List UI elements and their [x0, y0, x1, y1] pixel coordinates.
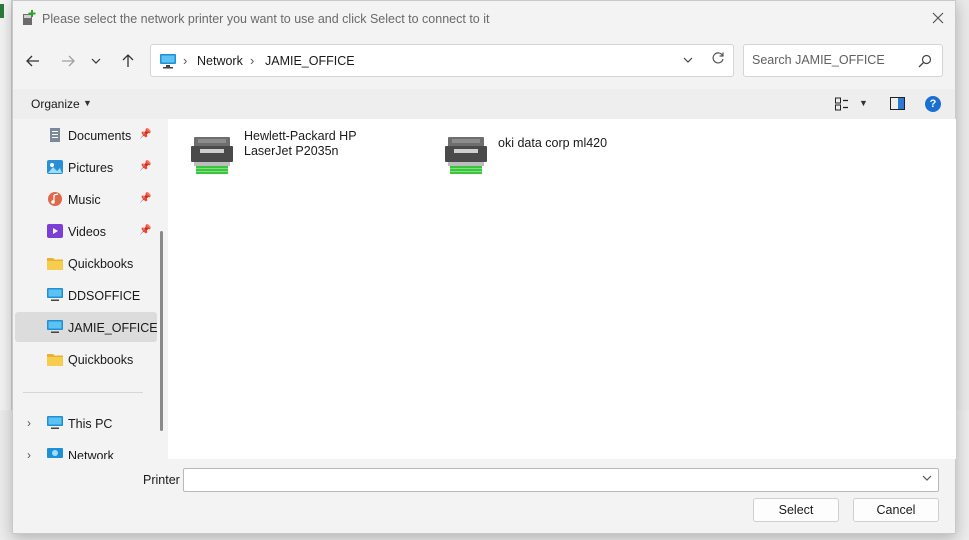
printer-item-hp-laserjet[interactable]: Hewlett-Packard HP LaserJet P2035n [168, 127, 408, 177]
search-icon[interactable] [918, 54, 932, 68]
recent-locations-button[interactable] [85, 47, 107, 75]
refresh-icon [712, 52, 724, 64]
arrow-up-icon [122, 54, 134, 67]
select-printer-dialog: Please select the network printer you wa… [12, 0, 956, 534]
printer-name: oki data corp ml420 [498, 136, 608, 150]
address-history-button[interactable] [683, 53, 693, 68]
printer-field-label: Printer [143, 473, 180, 487]
command-bar: Organize ▼ ▼ ? [13, 89, 955, 119]
sidebar-item-label: This PC [68, 417, 113, 431]
network-computer-icon [160, 54, 176, 69]
sidebar-item-jamie-office[interactable]: JAMIE_OFFICE [15, 312, 158, 342]
title-bar: Please select the network printer you wa… [13, 1, 955, 35]
pin-icon: 📌 [139, 193, 152, 204]
breadcrumb-separator: › [250, 53, 255, 68]
forward-button[interactable] [54, 47, 82, 75]
sidebar-item-network[interactable]: › Network [15, 440, 157, 459]
breadcrumb-network[interactable]: Network [197, 54, 243, 68]
pictures-icon [47, 160, 63, 174]
printer-combobox[interactable] [183, 468, 939, 492]
cancel-button[interactable]: Cancel [853, 498, 939, 522]
pin-icon: 📌 [139, 161, 152, 172]
arrow-right-icon [62, 55, 75, 67]
organize-button[interactable]: Organize [31, 97, 80, 111]
folder-icon [47, 258, 63, 270]
dialog-title: Please select the network printer you wa… [42, 12, 490, 26]
sidebar-item-label: JAMIE_OFFICE [68, 321, 158, 335]
videos-icon [47, 224, 63, 238]
sidebar-divider [23, 392, 143, 393]
up-button[interactable] [114, 47, 142, 75]
sidebar-item-pictures[interactable]: Pictures 📌 [15, 152, 157, 182]
sidebar-item-label: Music [68, 193, 101, 207]
computer-icon [47, 320, 63, 333]
arrow-left-icon [26, 55, 39, 67]
sidebar-item-quickbooks-2[interactable]: Quickbooks [15, 344, 157, 374]
sidebar-item-label: Quickbooks [68, 257, 134, 271]
chevron-down-icon [683, 57, 693, 63]
background-window-mark [0, 4, 4, 18]
sidebar-item-label: Documents [68, 129, 132, 143]
chevron-down-icon [91, 58, 101, 64]
search-input[interactable] [752, 53, 912, 67]
printer-item-oki-ml420[interactable]: oki data corp ml420 [422, 127, 662, 177]
search-box [743, 44, 943, 77]
address-bar[interactable]: › Network › JAMIE_OFFICE [150, 44, 734, 77]
chevron-right-icon[interactable]: › [27, 416, 31, 430]
sidebar-item-music[interactable]: Music 📌 [15, 184, 157, 214]
pin-icon: 📌 [139, 129, 152, 140]
navigation-pane: Documents 📌 Pictures 📌 Music 📌 Videos 📌 … [13, 119, 168, 459]
sidebar-scrollbar[interactable] [160, 231, 163, 431]
printer-icon [445, 137, 487, 174]
sidebar-item-label: DDSOFFICE [68, 289, 141, 303]
sidebar-item-label: Quickbooks [68, 353, 134, 367]
printer-icon [191, 137, 233, 174]
breadcrumb-jamie-office[interactable]: JAMIE_OFFICE [265, 54, 355, 68]
preview-pane-icon[interactable] [890, 97, 905, 110]
sidebar-item-label: Videos [68, 225, 106, 239]
close-button[interactable] [921, 1, 955, 35]
help-icon[interactable]: ? [925, 96, 941, 112]
view-caret-icon[interactable]: ▼ [859, 98, 868, 108]
documents-icon [50, 128, 60, 142]
select-button[interactable]: Select [753, 498, 839, 522]
printer-add-icon [23, 10, 36, 25]
folder-icon [47, 354, 63, 366]
file-list: Hewlett-Packard HP LaserJet P2035n oki d… [168, 119, 956, 459]
background-window-left [0, 0, 12, 430]
sidebar-item-this-pc[interactable]: › This PC [15, 408, 157, 438]
chevron-down-icon[interactable] [922, 473, 932, 486]
caret-down-icon[interactable]: ▼ [83, 98, 92, 108]
chevron-right-icon[interactable]: › [27, 448, 31, 459]
sidebar-item-label: Pictures [68, 161, 114, 175]
music-icon [48, 192, 62, 206]
view-options-icon[interactable] [835, 97, 849, 111]
sidebar-item-quickbooks[interactable]: Quickbooks [15, 248, 157, 278]
network-icon [47, 448, 63, 458]
printer-name: Hewlett-Packard HP LaserJet P2035n [244, 129, 357, 158]
computer-icon [47, 288, 63, 301]
refresh-button[interactable] [711, 51, 725, 69]
breadcrumb-separator: › [183, 53, 188, 68]
close-icon [932, 12, 944, 24]
back-button[interactable] [19, 47, 47, 75]
sidebar-item-videos[interactable]: Videos 📌 [15, 216, 157, 246]
sidebar-item-label: Network [68, 449, 114, 459]
pin-icon: 📌 [139, 225, 152, 236]
this-pc-icon [47, 416, 63, 429]
sidebar-item-documents[interactable]: Documents 📌 [15, 120, 157, 150]
sidebar-item-ddsoffice[interactable]: DDSOFFICE [15, 280, 157, 310]
